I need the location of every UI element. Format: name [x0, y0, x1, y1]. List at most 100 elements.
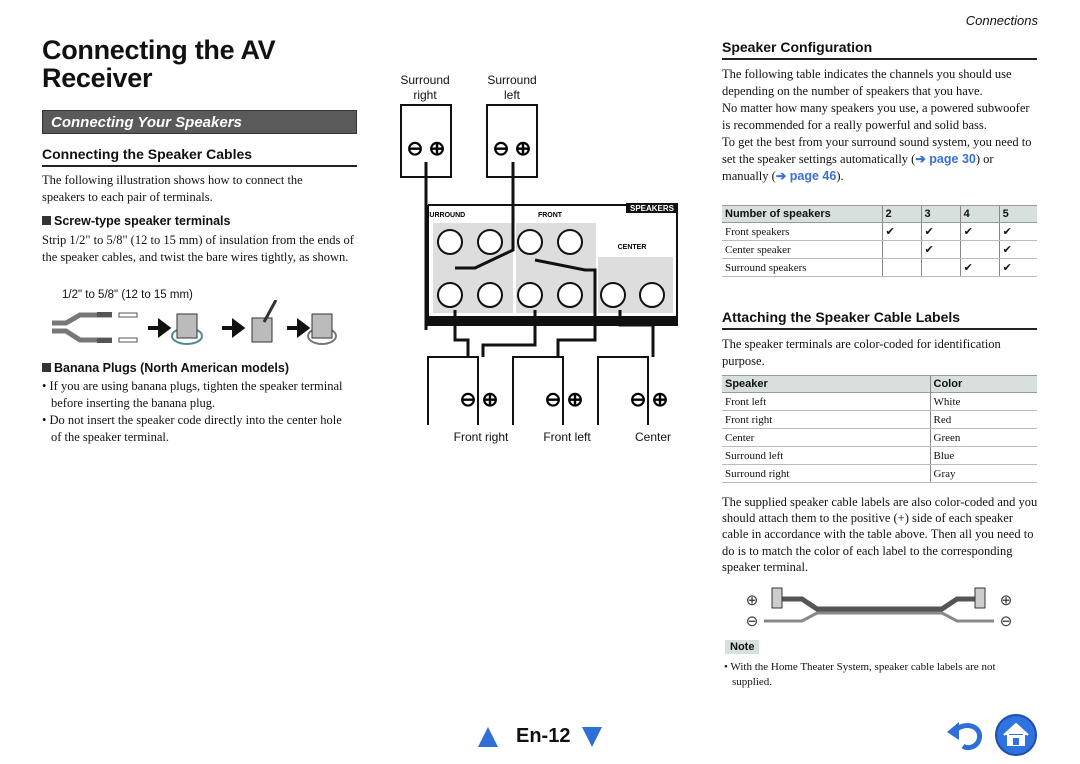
surround-right-label: Surround right [395, 73, 455, 103]
speaker-count-table: Number of speakers 2 3 4 5 Front speakers ✔ ✔ ✔… [722, 205, 1037, 277]
section-header: Connections [965, 13, 1038, 28]
speakers-panel-label: SPEAKERS [630, 204, 675, 213]
surround-group-label: SURROUND [425, 212, 465, 219]
svg-text:⊖: ⊖ [460, 389, 477, 411]
header-cell: 5 [998, 205, 1037, 223]
screw-heading-text: Screw-type speaker terminals [54, 214, 231, 228]
banana-item-text: Do not insert the speaker code directly … [49, 413, 342, 444]
page-30-link[interactable]: ➔ page 30 [915, 152, 976, 166]
cables-intro: The following illustration shows how to … [42, 173, 303, 204]
svg-text:⊕: ⊕ [652, 389, 669, 411]
cell: Front left [722, 392, 930, 411]
table-row: Surround speakers ✔ ✔ [722, 258, 1037, 277]
table-header-row: Number of speakers 2 3 4 5 [722, 205, 1037, 223]
cell [881, 258, 922, 277]
cell: ✔ [881, 222, 922, 241]
cell: Front right [722, 410, 930, 429]
cell: White [929, 392, 1037, 411]
note-label: Note [725, 640, 760, 654]
front-right-label: Front right [453, 430, 509, 444]
note-text-content: With the Home Theater System, speaker ca… [730, 661, 996, 688]
svg-text:⊕: ⊕ [567, 389, 584, 411]
screw-heading: Screw-type speaker terminals [42, 214, 230, 228]
cell: Blue [929, 446, 1037, 465]
screw-text: Strip 1/2" to 5/8" (12 to 15 mm) of insu… [42, 233, 354, 264]
svg-text:⊕: ⊕ [482, 389, 499, 411]
table-row: Surround left Blue [722, 446, 1037, 465]
front-left-label: Front left [543, 430, 591, 444]
cell: Surround speakers [722, 258, 882, 277]
cell: ✔ [998, 258, 1037, 277]
table-header-row: Speaker Color [722, 375, 1037, 393]
header-cell: 4 [959, 205, 1000, 223]
table-row: Front speakers ✔ ✔ ✔ ✔ [722, 222, 1037, 241]
banana-item: • If you are using banana plugs, tighten… [42, 379, 343, 410]
config-p1: The following table indicates the channe… [722, 67, 1012, 98]
banana-item: • Do not insert the speaker code directl… [42, 413, 342, 444]
config-p2: No matter how many speakers you use, a p… [722, 101, 1030, 132]
cables-heading: Connecting the Speaker Cables [42, 146, 357, 167]
cell: ✔ [959, 222, 1000, 241]
surround-left-label: Surround left [482, 73, 542, 103]
table-row: Center speaker ✔ ✔ [722, 240, 1037, 259]
config-heading: Speaker Configuration [722, 39, 1037, 60]
next-page-button[interactable] [582, 727, 602, 747]
cell: ✔ [920, 240, 961, 259]
cable-color-table: Speaker Color Front left White Front right… [722, 375, 1037, 483]
cell: Center [722, 428, 930, 447]
banana-heading: Banana Plugs (North American models) [42, 361, 289, 375]
cell [959, 240, 1000, 259]
page-number: En-12 [516, 725, 571, 747]
front-group-label: FRONT [538, 212, 563, 219]
label-line: Surround [400, 73, 450, 87]
previous-page-button[interactable] [478, 727, 498, 747]
back-icon[interactable] [945, 718, 987, 752]
svg-text:⊖: ⊖ [1000, 614, 1013, 630]
svg-text:⊖: ⊖ [746, 614, 759, 630]
svg-text:⊖: ⊖ [407, 138, 424, 160]
config-text: The following table indicates the channe… [722, 66, 1040, 185]
table-row: Front left White [722, 392, 1037, 411]
cell: Center speaker [722, 240, 882, 259]
page-46-link[interactable]: ➔ page 46 [776, 169, 837, 183]
svg-text:⊖: ⊖ [630, 389, 647, 411]
section-banner: Connecting Your Speakers [42, 110, 357, 134]
svg-text:⊖: ⊖ [493, 138, 510, 160]
cell: Surround right [722, 464, 930, 483]
center-label: Center [634, 430, 672, 444]
cell: Gray [929, 464, 1037, 483]
speaker-wiring-diagram: ⊖ ⊕ ⊖ ⊕ ⊖ ⊕ ⊖ ⊕ ⊖ ⊕ SPEAKERS SURROUND FRONT CENT… [400, 104, 678, 425]
svg-text:⊕: ⊕ [746, 593, 759, 609]
label-line: Surround [487, 73, 537, 87]
labels-intro: The speaker terminals are color-coded fo… [722, 337, 1001, 368]
banana-item-text: If you are using banana plugs, tighten t… [49, 379, 343, 410]
home-icon[interactable] [994, 713, 1038, 757]
cell: ✔ [920, 222, 961, 241]
banana-list: • If you are using banana plugs, tighten… [42, 378, 352, 446]
config-p3: To get the best from your surround sound… [722, 134, 1040, 185]
page-title: Connecting the AV Receiver [42, 35, 276, 93]
table-row: Center Green [722, 428, 1037, 447]
table-row: Surround right Gray [722, 464, 1037, 483]
svg-text:⊕: ⊕ [1000, 593, 1013, 609]
cell [881, 240, 922, 259]
cell: Red [929, 410, 1037, 429]
cell [920, 258, 961, 277]
labels-text: The supplied speaker cable labels are al… [722, 495, 1038, 574]
screw-terminal-illustration [52, 300, 337, 345]
header-cell: 2 [881, 205, 922, 223]
text: ). [836, 169, 844, 183]
banana-heading-text: Banana Plugs (North American models) [54, 361, 289, 375]
table-row: Front right Red [722, 410, 1037, 429]
svg-text:⊕: ⊕ [429, 138, 446, 160]
note-text: • With the Home Theater System, speaker … [724, 661, 996, 688]
header-cell: Number of speakers [722, 205, 882, 223]
cable-label-illustration: ⊕ ⊕ ⊖ ⊖ [746, 587, 1013, 630]
cell: Surround left [722, 446, 930, 465]
labels-heading: Attaching the Speaker Cable Labels [722, 309, 1037, 330]
header-cell: Speaker [722, 375, 930, 393]
svg-text:⊖: ⊖ [545, 389, 562, 411]
header-cell: 3 [920, 205, 961, 223]
cell: ✔ [998, 240, 1037, 259]
cell: Green [929, 428, 1037, 447]
